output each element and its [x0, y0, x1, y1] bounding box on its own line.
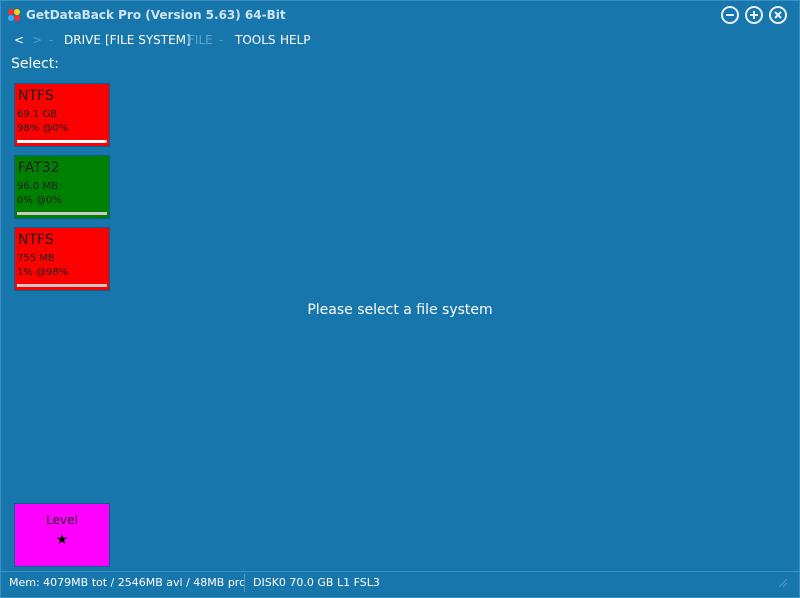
- file-system-tile[interactable]: FAT32 96.0 MB 0% @0%: [14, 155, 110, 219]
- back-button[interactable]: <: [14, 33, 24, 47]
- fs-size: 755 MB: [17, 253, 55, 264]
- menu-file-system[interactable]: [FILE SYSTEM]: [105, 33, 191, 47]
- memory-status: Mem: 4079MB tot / 2546MB avl / 48MB prc: [9, 576, 246, 589]
- fs-type: FAT32: [18, 160, 60, 176]
- status-divider: [244, 574, 245, 592]
- quality-bar: [17, 212, 107, 215]
- quality-bar-fill: [17, 284, 18, 287]
- star-icon: ★: [55, 532, 69, 548]
- fs-quality: 98% @0%: [17, 123, 69, 134]
- select-label: Select:: [11, 56, 59, 72]
- title-bar: GetDataBack Pro (Version 5.63) 64-Bit: [0, 0, 800, 30]
- minimize-button[interactable]: [721, 6, 739, 24]
- fs-type: NTFS: [18, 88, 54, 104]
- close-button[interactable]: [769, 6, 787, 24]
- fs-size: 96.0 MB: [17, 181, 58, 192]
- status-bar: Mem: 4079MB tot / 2546MB avl / 48MB prc …: [0, 571, 800, 598]
- level-label: Level: [46, 513, 78, 527]
- menu-tools[interactable]: TOOLS: [235, 33, 276, 47]
- maximize-button[interactable]: [745, 6, 763, 24]
- forward-button[interactable]: >: [32, 33, 42, 47]
- disk-status: DISK0 70.0 GB L1 FSL3: [253, 576, 380, 589]
- file-system-tile[interactable]: NTFS 755 MB 1% @98%: [14, 227, 110, 291]
- menu-drive[interactable]: DRIVE: [64, 33, 101, 47]
- file-system-tile[interactable]: NTFS 69.1 GB 98% @0%: [14, 83, 110, 147]
- app-logo-icon: [8, 9, 20, 21]
- fs-type: NTFS: [18, 232, 54, 248]
- quality-bar-fill: [17, 140, 106, 143]
- fs-size: 69.1 GB: [17, 109, 58, 120]
- empty-state-message: Please select a file system: [307, 302, 493, 318]
- resize-grip-icon[interactable]: [778, 578, 788, 588]
- close-icon: [774, 11, 782, 19]
- level-indicator[interactable]: Level ★: [14, 503, 110, 567]
- menu-file[interactable]: FILE: [188, 33, 213, 47]
- minus-icon: [726, 14, 734, 16]
- plus-icon: [750, 11, 758, 19]
- menu-separator: -: [219, 33, 224, 47]
- menu-separator: -: [49, 33, 54, 47]
- menu-help[interactable]: HELP: [280, 33, 311, 47]
- app-window: [0, 0, 800, 598]
- window-title: GetDataBack Pro (Version 5.63) 64-Bit: [26, 8, 286, 22]
- fs-quality: 0% @0%: [17, 195, 62, 206]
- quality-bar: [17, 140, 107, 143]
- quality-bar: [17, 284, 107, 287]
- fs-quality: 1% @98%: [17, 267, 69, 278]
